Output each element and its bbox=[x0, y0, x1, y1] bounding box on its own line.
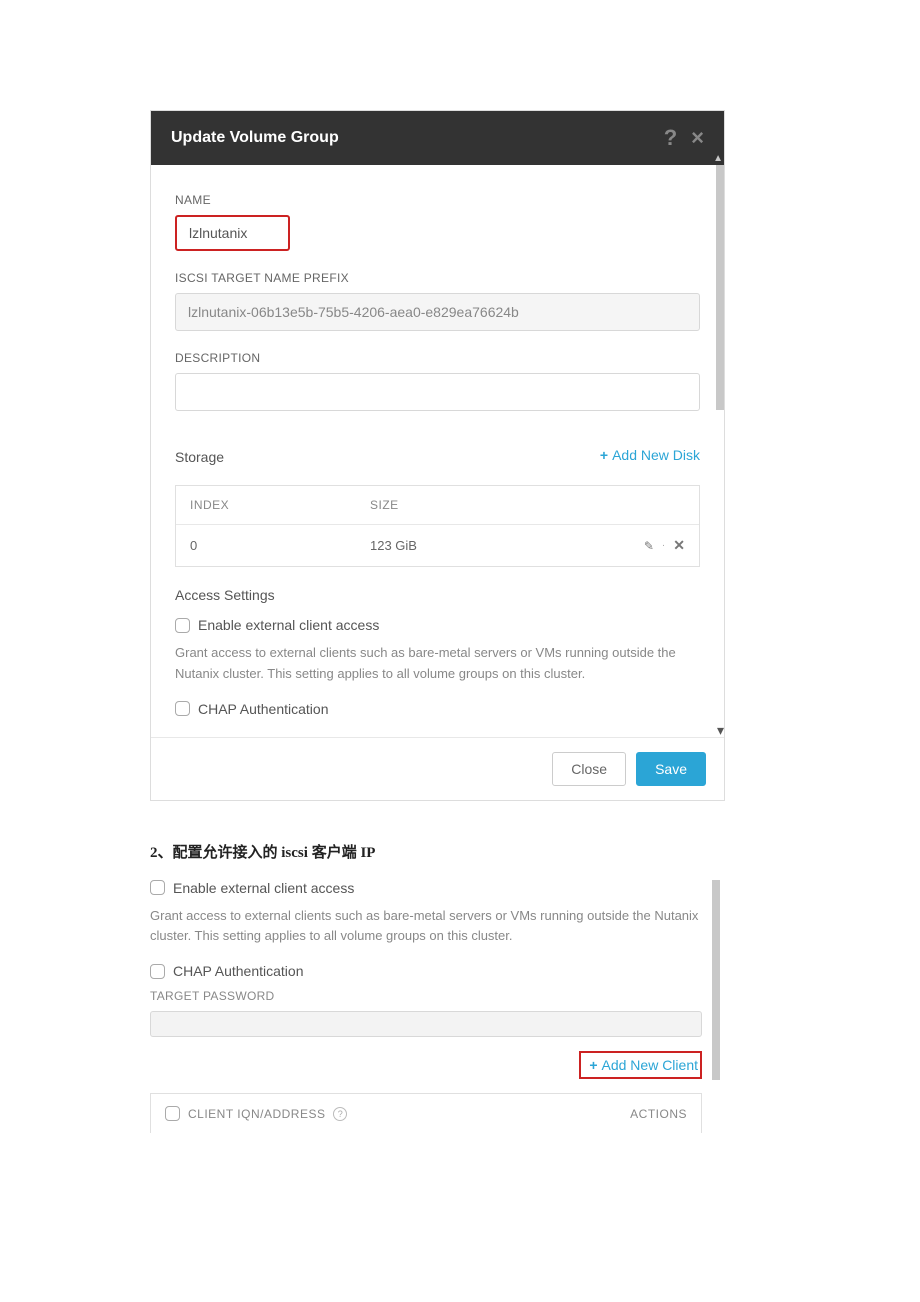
enable-external-checkbox[interactable] bbox=[175, 618, 190, 633]
scrollbar[interactable] bbox=[716, 165, 724, 410]
scroll-down-arrow[interactable]: ▾ bbox=[717, 722, 724, 739]
close-button[interactable]: Close bbox=[552, 752, 626, 786]
iscsi-label: ISCSI TARGET NAME PREFIX bbox=[175, 271, 700, 285]
chap-row[interactable]: CHAP Authentication bbox=[175, 701, 700, 717]
close-icon[interactable]: × bbox=[691, 127, 704, 149]
modal-body: ▲ NAME ISCSI TARGET NAME PREFIX DESCRIPT… bbox=[151, 165, 724, 737]
delete-icon[interactable]: ✕ bbox=[673, 537, 685, 554]
help-icon[interactable]: ? bbox=[664, 127, 677, 149]
plus-icon: + bbox=[600, 447, 608, 463]
description-input[interactable] bbox=[175, 373, 700, 411]
access-panel: Enable external client access Grant acce… bbox=[150, 880, 720, 1134]
scroll-up-arrow[interactable]: ▲ bbox=[713, 153, 723, 164]
add-new-client-button[interactable]: + Add New Client bbox=[579, 1051, 702, 1079]
name-input[interactable] bbox=[175, 215, 290, 251]
cell-size: 123 GiB bbox=[370, 538, 615, 553]
enable-external-row[interactable]: Enable external client access bbox=[150, 880, 702, 896]
actions-header: ACTIONS bbox=[630, 1107, 687, 1121]
save-button[interactable]: Save bbox=[636, 752, 706, 786]
enable-external-checkbox[interactable] bbox=[150, 880, 165, 895]
client-table-header: CLIENT IQN/ADDRESS ? ACTIONS bbox=[150, 1093, 702, 1133]
update-volume-group-modal: Update Volume Group ? × ▲ NAME ISCSI TAR… bbox=[150, 110, 725, 801]
help-icon[interactable]: ? bbox=[333, 1107, 347, 1121]
enable-external-row[interactable]: Enable external client access bbox=[175, 617, 700, 633]
col-index: INDEX bbox=[190, 498, 370, 512]
separator-icon: · bbox=[662, 540, 665, 551]
external-help-text: Grant access to external clients such as… bbox=[175, 643, 700, 685]
chap-label: CHAP Authentication bbox=[173, 963, 304, 979]
select-all-checkbox[interactable] bbox=[165, 1106, 180, 1121]
table-header: INDEX SIZE bbox=[176, 486, 699, 525]
storage-table: INDEX SIZE 0 123 GiB ✎ · ✕ bbox=[175, 485, 700, 567]
col-size: SIZE bbox=[370, 498, 615, 512]
client-iqn-header: CLIENT IQN/ADDRESS bbox=[188, 1107, 325, 1121]
enable-external-label: Enable external client access bbox=[173, 880, 354, 896]
table-row: 0 123 GiB ✎ · ✕ bbox=[176, 525, 699, 566]
modal-title: Update Volume Group bbox=[171, 129, 339, 147]
scrollbar[interactable] bbox=[712, 880, 720, 1080]
chap-label: CHAP Authentication bbox=[198, 701, 329, 717]
modal-header: Update Volume Group ? × bbox=[151, 111, 724, 165]
storage-title: Storage bbox=[175, 449, 224, 465]
target-password-input[interactable] bbox=[150, 1011, 702, 1037]
edit-icon[interactable]: ✎ bbox=[644, 539, 654, 553]
add-new-disk-button[interactable]: +Add New Disk bbox=[600, 447, 700, 463]
target-password-label: TARGET PASSWORD bbox=[150, 989, 702, 1003]
chap-checkbox[interactable] bbox=[150, 964, 165, 979]
name-label: NAME bbox=[175, 193, 700, 207]
step-2-heading: 2、配置允许接入的 iscsi 客户端 IP bbox=[150, 841, 770, 862]
description-label: DESCRIPTION bbox=[175, 351, 700, 365]
chap-row[interactable]: CHAP Authentication bbox=[150, 963, 702, 979]
iscsi-input bbox=[175, 293, 700, 331]
access-settings-title: Access Settings bbox=[175, 587, 700, 603]
modal-footer: Close Save bbox=[151, 737, 724, 800]
plus-icon: + bbox=[589, 1057, 601, 1073]
chap-checkbox[interactable] bbox=[175, 701, 190, 716]
enable-external-label: Enable external client access bbox=[198, 617, 379, 633]
cell-index: 0 bbox=[190, 538, 370, 553]
external-help-text: Grant access to external clients such as… bbox=[150, 906, 702, 948]
